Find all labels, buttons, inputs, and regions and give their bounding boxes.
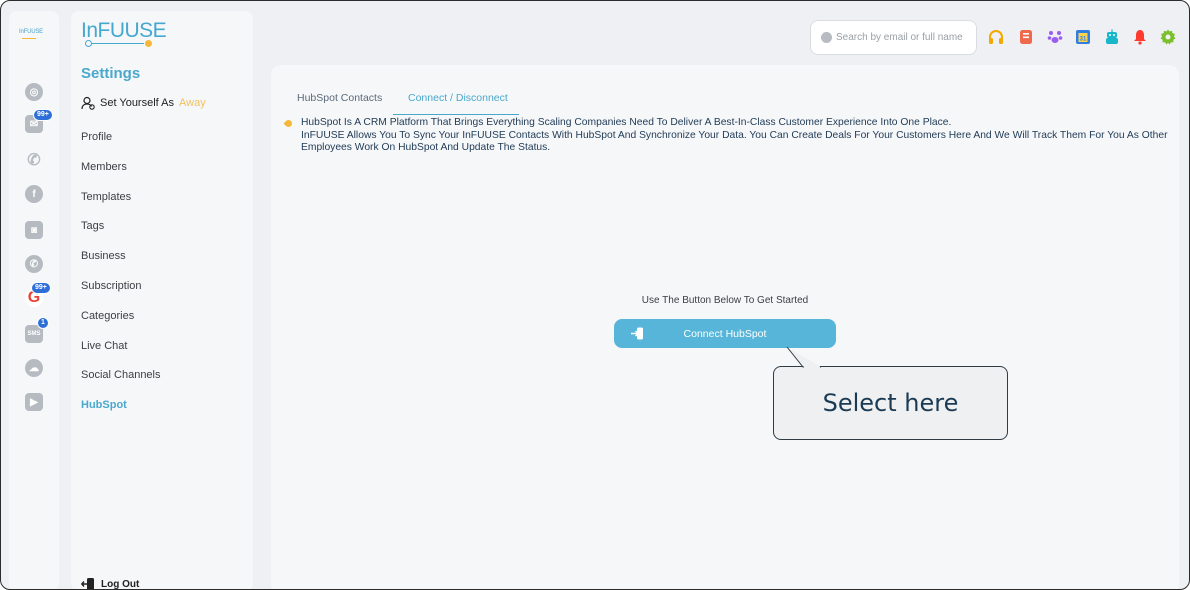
sms-badge: 1 bbox=[37, 317, 49, 329]
instagram-icon[interactable]: ◙ bbox=[25, 221, 43, 239]
connect-hubspot-button[interactable]: Connect HubSpot bbox=[614, 319, 836, 348]
icon-rail: InFUUSE ◎ ✉ 99+ ✆ f ◙ ✆ G 99+ SMS 1 ☁ ▶ bbox=[9, 11, 59, 589]
menu-item-social-channels[interactable]: Social Channels bbox=[81, 369, 161, 399]
logout-label: Log Out bbox=[101, 578, 140, 590]
phone-icon[interactable]: ✆ bbox=[25, 151, 43, 169]
set-away-toggle[interactable]: Set Yourself As Away bbox=[81, 96, 206, 110]
description-line-2: InFUUSE Allows You To Sync Your InFUUSE … bbox=[301, 129, 1168, 154]
menu-item-categories[interactable]: Categories bbox=[81, 310, 161, 340]
dashboard-icon[interactable]: ◎ bbox=[25, 83, 43, 101]
facebook-icon[interactable]: f bbox=[25, 185, 43, 203]
tab-hubspot-contacts[interactable]: HubSpot Contacts bbox=[297, 92, 382, 104]
connect-icon bbox=[631, 327, 643, 340]
email-badge: 99+ bbox=[33, 109, 53, 121]
get-started-hint: Use The Button Below To Get Started bbox=[641, 295, 809, 306]
info-bullet-icon bbox=[283, 118, 294, 129]
callout-text: Select here bbox=[822, 389, 959, 417]
search-box[interactable] bbox=[810, 20, 977, 55]
rail-logo-underline bbox=[22, 38, 36, 39]
search-icon bbox=[821, 32, 832, 43]
hubspot-description: HubSpot Is A CRM Platform That Brings Ev… bbox=[301, 117, 1171, 155]
logout-icon bbox=[81, 578, 94, 589]
menu-item-templates[interactable]: Templates bbox=[81, 191, 161, 221]
select-here-callout: Select here bbox=[773, 366, 1008, 440]
robot-icon[interactable] bbox=[1104, 29, 1120, 45]
gear-icon[interactable] bbox=[1160, 29, 1176, 45]
menu-item-subscription[interactable]: Subscription bbox=[81, 280, 161, 310]
headset-icon[interactable] bbox=[988, 29, 1004, 45]
settings-sidebar: InFUUSE Settings Set Yourself As Away Pr… bbox=[71, 11, 253, 590]
main-panel: HubSpot Contacts Connect / Disconnect Hu… bbox=[271, 65, 1179, 589]
connect-hubspot-label: Connect HubSpot bbox=[683, 327, 767, 340]
logo-dot-end bbox=[145, 40, 152, 47]
notebook-icon[interactable] bbox=[1018, 29, 1034, 45]
settings-title: Settings bbox=[81, 65, 141, 82]
logout-button[interactable]: Log Out bbox=[81, 578, 140, 590]
logo-dot-start bbox=[85, 40, 92, 47]
app-window: InFUUSE ◎ ✉ 99+ ✆ f ◙ ✆ G 99+ SMS 1 ☁ ▶ … bbox=[0, 0, 1190, 590]
menu-item-profile[interactable]: Profile bbox=[81, 131, 161, 161]
infuuse-logo: InFUUSE bbox=[81, 19, 167, 42]
description-line-1: HubSpot Is A CRM Platform That Brings Ev… bbox=[301, 117, 952, 128]
paw-icon[interactable] bbox=[1047, 29, 1063, 45]
video-icon[interactable]: ▶ bbox=[25, 393, 43, 411]
calendar-icon[interactable]: 31 bbox=[1075, 29, 1091, 45]
google-badge: 99+ bbox=[31, 282, 51, 294]
menu-item-hubspot[interactable]: HubSpot bbox=[81, 399, 161, 429]
active-tab-indicator bbox=[393, 114, 519, 115]
settings-menu: Profile Members Templates Tags Business … bbox=[81, 131, 161, 429]
menu-item-tags[interactable]: Tags bbox=[81, 220, 161, 250]
bell-icon[interactable] bbox=[1132, 29, 1148, 45]
menu-item-business[interactable]: Business bbox=[81, 250, 161, 280]
menu-item-live-chat[interactable]: Live Chat bbox=[81, 340, 161, 370]
logo-line bbox=[88, 43, 144, 44]
tab-connect-disconnect[interactable]: Connect / Disconnect bbox=[408, 92, 508, 104]
live-chat-icon[interactable]: ☁ bbox=[25, 359, 43, 377]
away-status[interactable]: Away bbox=[179, 97, 206, 109]
menu-item-members[interactable]: Members bbox=[81, 161, 161, 191]
rail-logo: InFUUSE bbox=[19, 29, 43, 35]
svg-text:31: 31 bbox=[1080, 37, 1087, 43]
user-status-icon bbox=[81, 96, 95, 110]
search-input[interactable] bbox=[836, 32, 971, 43]
away-prefix: Set Yourself As bbox=[100, 97, 174, 109]
whatsapp-icon[interactable]: ✆ bbox=[25, 255, 43, 273]
